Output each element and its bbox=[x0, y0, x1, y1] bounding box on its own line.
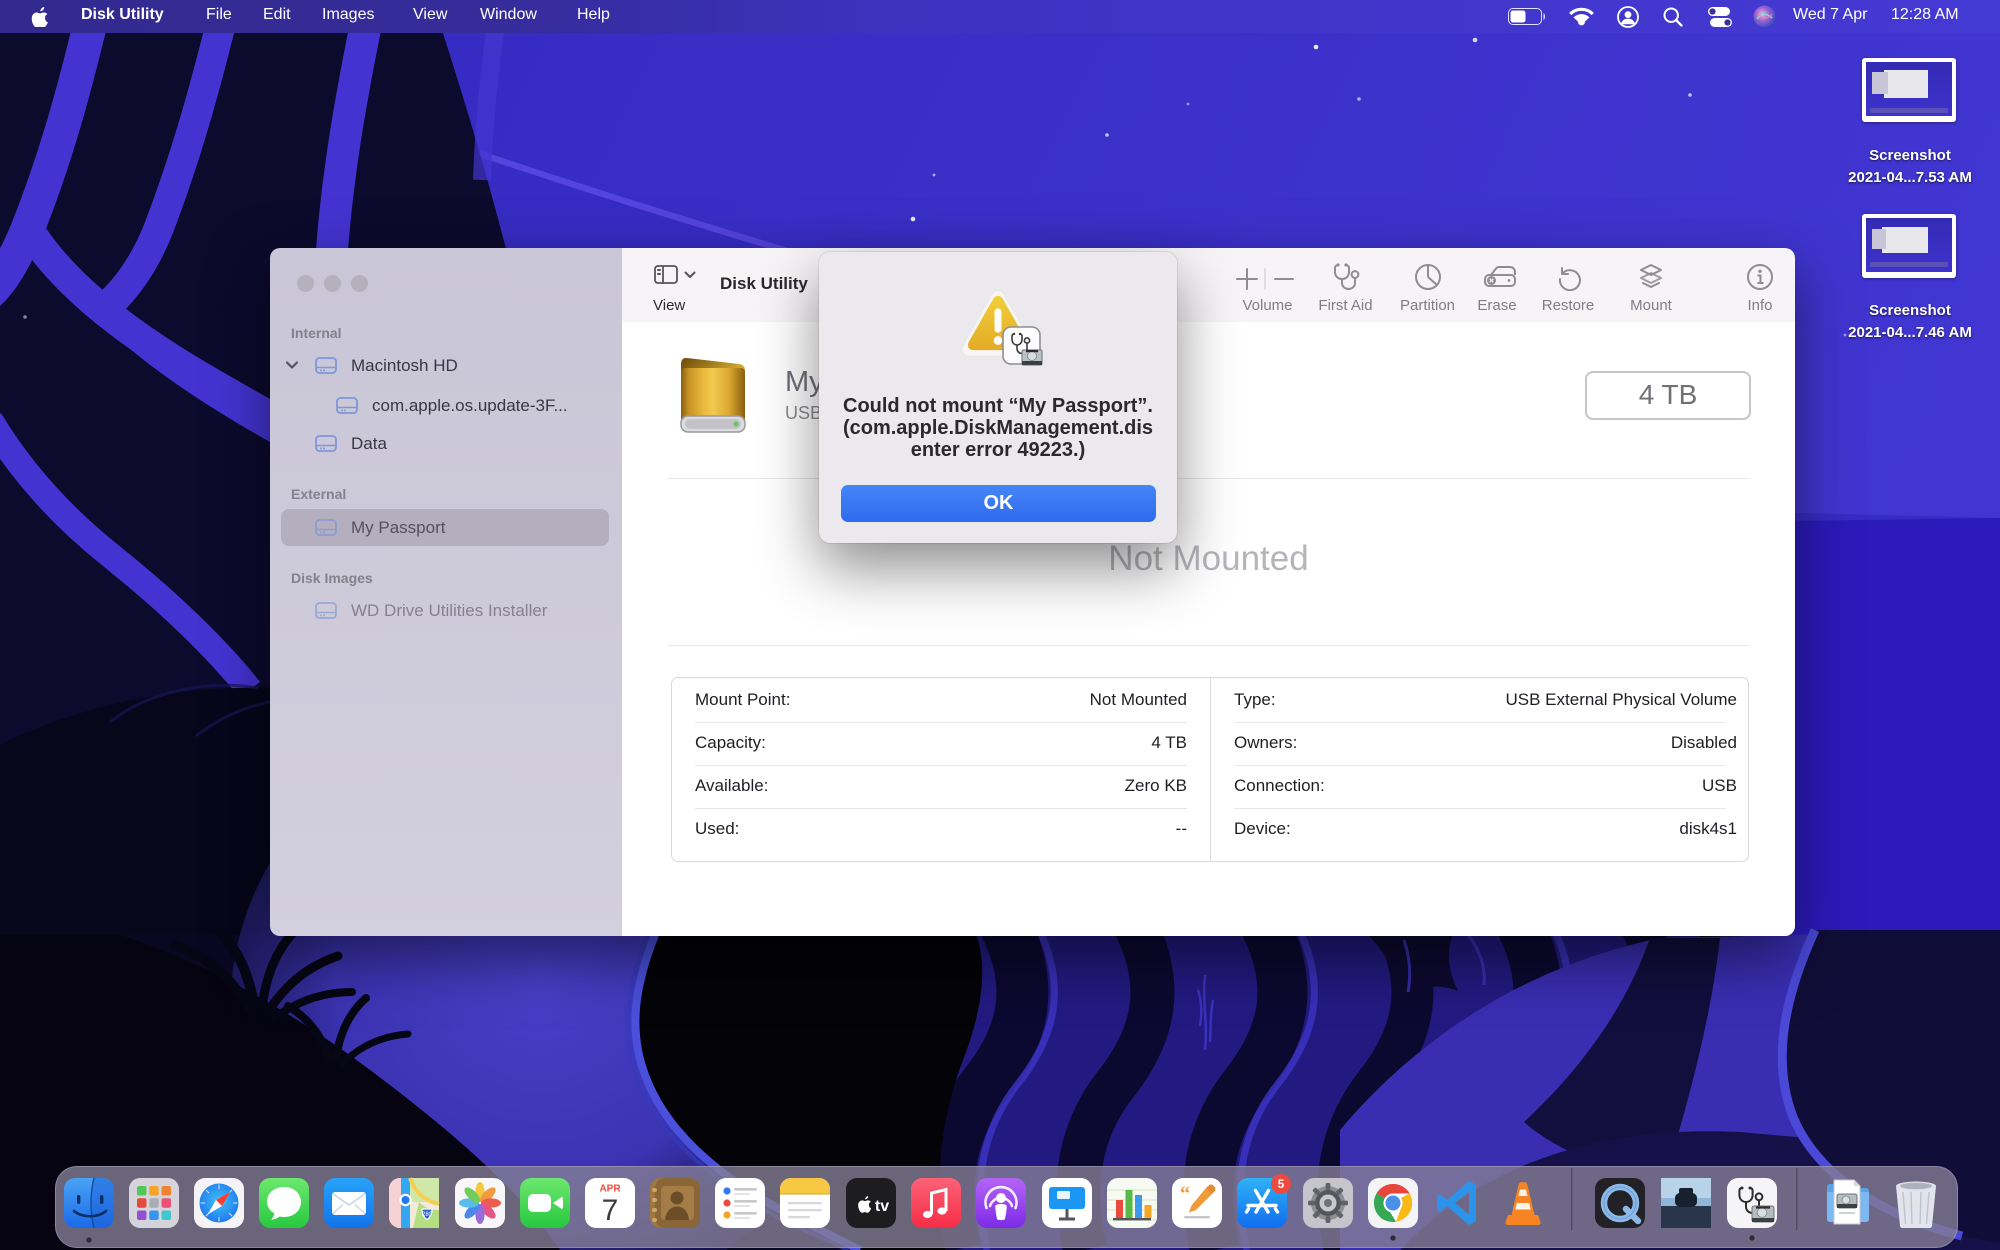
svg-text:APR: APR bbox=[599, 1184, 621, 1195]
svg-text:280: 280 bbox=[422, 1212, 433, 1218]
svg-text:tv: tv bbox=[875, 1198, 889, 1215]
svg-text:5: 5 bbox=[1278, 1179, 1285, 1191]
svg-text:“: “ bbox=[1180, 1183, 1190, 1205]
svg-text:7: 7 bbox=[602, 1194, 619, 1227]
